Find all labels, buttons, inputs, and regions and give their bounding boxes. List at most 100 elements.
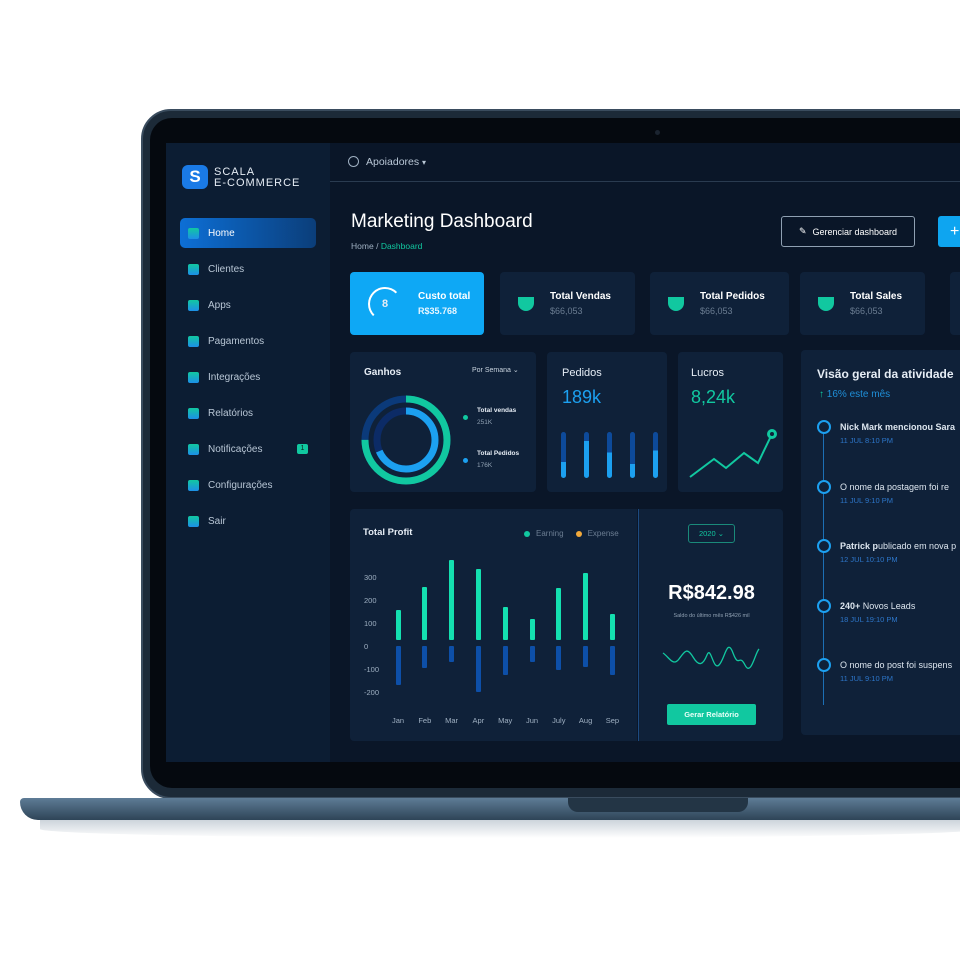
legend-label-vendas: Total vendas: [477, 407, 517, 414]
pencil-icon: ✎: [798, 226, 807, 236]
sidebar-item-label: Sair: [208, 515, 226, 527]
legend-dot-expense: [575, 530, 582, 537]
activity-growth: ↑ 16% este mês: [819, 389, 891, 400]
legend-expense: Expense: [587, 529, 619, 538]
x-tick-label: July: [552, 716, 566, 725]
lucros-card: Lucros 8,24k: [678, 352, 783, 492]
earning-bar: [449, 559, 455, 640]
legend-value-pedidos: 176K: [477, 462, 493, 469]
gear-icon: [188, 479, 199, 491]
activity-item[interactable]: O nome da postagem foi re: [840, 482, 949, 492]
stat-value: R$35.768: [418, 306, 458, 316]
y-tick-label: -100: [364, 665, 380, 674]
notification-badge: 1: [297, 444, 308, 454]
pedidos-card: Pedidos 189k: [547, 352, 667, 492]
integration-icon: [188, 371, 199, 383]
sidebar-item-pagamentos[interactable]: Pagamentos: [180, 326, 316, 356]
trophy-icon: [818, 296, 834, 311]
sidebar-item-integracoes[interactable]: Integrações: [180, 362, 316, 392]
legend-label-pedidos: Total Pedidos: [477, 450, 520, 457]
bell-icon: [188, 443, 199, 455]
expense-bar: [395, 646, 401, 686]
sidebar-item-relatorios[interactable]: Relatórios: [180, 398, 316, 428]
breadcrumb: Home / Dashboard: [351, 241, 422, 251]
balance-card: 2020 ⌄ R$842.98 Saldo do último mês R$42…: [638, 509, 783, 741]
sidebar-item-label: Pagamentos: [208, 335, 265, 347]
sidebar-item-configuracoes[interactable]: Configurações: [180, 470, 316, 500]
stat-title: Total Pedidos: [700, 291, 765, 302]
account-dropdown[interactable]: Apoiadores ▾: [366, 156, 426, 168]
activity-item[interactable]: 240+ Novos Leads: [840, 601, 915, 611]
page-title: Marketing Dashboard: [351, 211, 533, 232]
earning-bar: [583, 573, 589, 640]
user-icon: [188, 263, 199, 275]
lucros-title: Lucros: [691, 367, 725, 379]
pedidos-title: Pedidos: [562, 367, 602, 379]
sidebar-item-label: Home: [208, 227, 235, 239]
x-tick-label: Jan: [391, 716, 405, 725]
total-profit-card: Total Profit Earning Expense 300 200 100 0 -…: [350, 509, 637, 741]
x-tick-label: Sep: [605, 716, 620, 725]
chevron-down-icon: ⌄: [512, 367, 519, 374]
sidebar-item-notificacoes[interactable]: Notificações 1: [180, 434, 316, 464]
sidebar-item-clientes[interactable]: Clientes: [180, 254, 316, 284]
timeline-dot: [817, 479, 831, 494]
y-tick-label: 200: [364, 596, 377, 605]
logo-icon: S: [182, 165, 208, 189]
earning-bar: [502, 606, 508, 640]
lucros-value: 8,24k: [691, 387, 736, 407]
x-tick-label: Feb: [418, 716, 432, 725]
legend-dot-vendas: [463, 415, 468, 420]
sidebar: S SCALA E-COMMERCE Home Clientes Apps Pagame…: [166, 143, 330, 762]
activity-date: 18 JUL 19:10 PM: [840, 614, 898, 624]
progress-ring: 8: [368, 286, 402, 321]
legend-dot-earning: [524, 530, 530, 537]
x-tick-label: Apr: [472, 716, 485, 725]
activity-title: Visão geral da atividade: [817, 367, 954, 381]
y-tick-label: 0: [364, 642, 369, 651]
breadcrumb-home[interactable]: Home: [351, 241, 374, 251]
activity-item[interactable]: Patrick publicado em nova p: [840, 541, 956, 551]
expense-bar: [609, 646, 615, 675]
activity-item[interactable]: Nick Mark mencionou Sara: [840, 422, 955, 432]
pedidos-bar: [561, 432, 566, 478]
sidebar-item-sair[interactable]: Sair: [180, 506, 316, 536]
topbar: Apoiadores ▾: [330, 143, 960, 182]
stat-value: $66,053: [700, 306, 733, 316]
lucros-line: [689, 433, 773, 478]
breadcrumb-current: Dashboard: [380, 241, 423, 251]
expense-bar: [529, 646, 535, 663]
stat-title: Custo total: [418, 291, 471, 302]
camera-icon: [655, 130, 660, 135]
balance-amount: R$842.98: [668, 582, 755, 604]
legend-earning: Earning: [536, 529, 564, 538]
user-circle-icon: [348, 156, 359, 167]
home-icon: [188, 227, 199, 239]
activity-date: 11 JUL 9:10 PM: [840, 495, 893, 505]
generate-report-button[interactable]: Gerar Relatório: [667, 704, 756, 725]
activity-date: 11 JUL 9:10 PM: [840, 674, 893, 683]
pedidos-bar: [653, 432, 658, 478]
add-button[interactable]: +: [938, 216, 960, 247]
sidebar-item-home[interactable]: Home: [180, 218, 316, 248]
x-tick-label: May: [498, 716, 513, 725]
activity-item[interactable]: O nome do post foi suspens: [840, 660, 952, 670]
expense-bar: [422, 646, 428, 668]
pedidos-value: 189k: [562, 387, 602, 407]
manage-dashboard-label: Gerenciar dashboard: [812, 226, 898, 237]
y-tick-label: 100: [364, 619, 377, 628]
year-dropdown[interactable]: 2020 ⌄: [688, 524, 735, 543]
earning-bar: [609, 613, 615, 640]
legend-dot-pedidos: [463, 458, 468, 463]
logo-text: SCALA E-COMMERCE: [214, 166, 301, 189]
manage-dashboard-button[interactable]: ✎ Gerenciar dashboard: [781, 216, 915, 247]
pie-chart-icon: [188, 407, 199, 419]
expense-bar: [502, 646, 508, 675]
laptop-notch: [568, 798, 748, 812]
pedidos-bar: [584, 432, 589, 478]
stat-title: Total Vendas: [550, 291, 611, 302]
sidebar-item-apps[interactable]: Apps: [180, 290, 316, 320]
period-dropdown[interactable]: Por Semana ⌄: [472, 366, 519, 374]
trophy-icon: [518, 296, 534, 311]
timeline-dot: [817, 420, 831, 434]
